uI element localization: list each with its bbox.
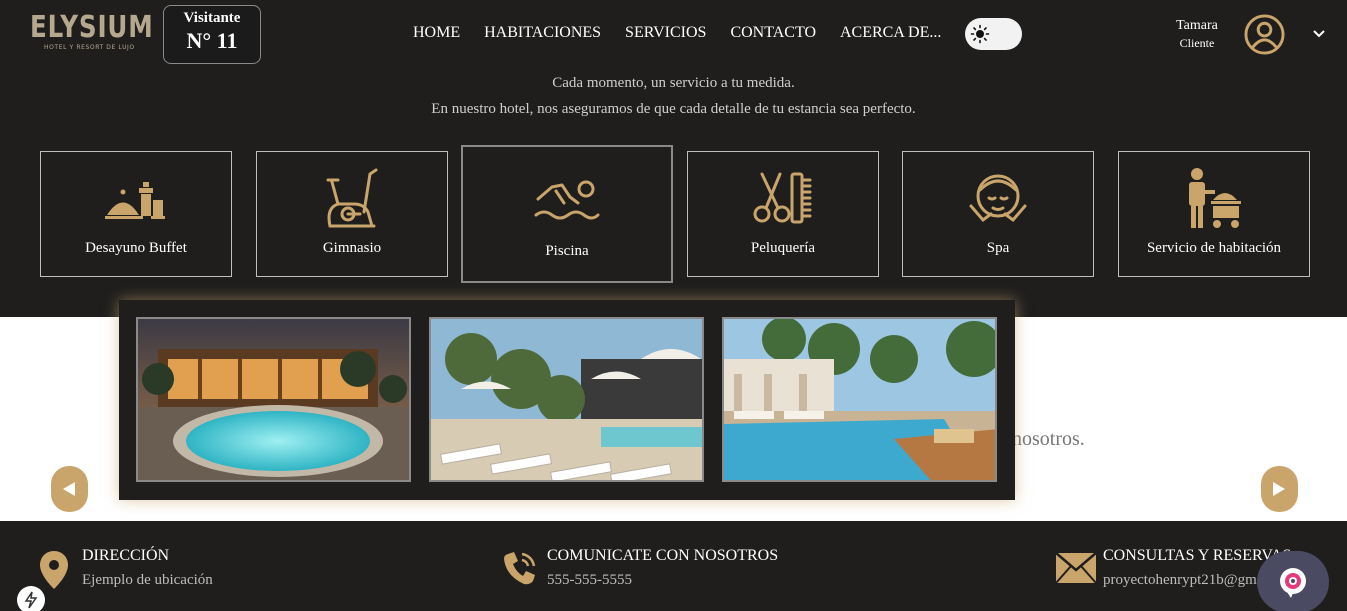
carousel-next-button[interactable]	[1261, 466, 1298, 512]
footer-address-title: DIRECCIÓN	[82, 547, 170, 564]
service-label: Gimnasio	[322, 240, 382, 256]
pool-photo-cabanas[interactable]	[722, 317, 997, 482]
bike-icon	[326, 168, 378, 228]
header: ELYSIUM HOTEL Y RESORT DE LUJO Visitante…	[0, 0, 1347, 70]
service-label: Desayuno Buffet	[85, 240, 187, 256]
swimmer-icon	[534, 180, 600, 220]
scissors-comb-icon	[753, 172, 812, 224]
service-label: Piscina	[545, 243, 589, 259]
band-partial-text: nosotros.	[1012, 428, 1085, 450]
intro-line-2: En nuestro hotel, nos aseguramos de que …	[431, 101, 916, 117]
chat-widget-button[interactable]	[1257, 551, 1329, 611]
pool-gallery-popup	[119, 300, 1015, 500]
footer-address-value: Ejemplo de ubicación	[82, 572, 213, 588]
sun-icon	[970, 24, 990, 44]
service-card-desayuno[interactable]: Desayuno Buffet	[40, 151, 232, 277]
logo-sub-text: HOTEL Y RESORT DE LUJO	[44, 44, 135, 51]
intro-line-1: Cada momento, un servicio a tu medida.	[552, 75, 795, 91]
user-avatar-icon[interactable]	[1243, 13, 1286, 56]
hotel-logo[interactable]: ELYSIUM HOTEL Y RESORT DE LUJO	[30, 10, 154, 52]
theme-toggle[interactable]	[965, 18, 1022, 50]
service-label: Peluquería	[750, 240, 816, 256]
main-nav: HOME HABITACIONES SERVICIOS CONTACTO ACE…	[413, 24, 941, 42]
nav-contacto[interactable]: CONTACTO	[730, 24, 816, 42]
nav-acerca-de[interactable]: ACERCA DE...	[840, 24, 941, 42]
service-card-piscina[interactable]: Piscina	[461, 145, 673, 283]
pool-photo-day-loungers[interactable]	[429, 317, 704, 482]
visitor-label: Visitante	[183, 10, 241, 26]
envelope-icon	[1055, 552, 1097, 584]
pool-photo-night[interactable]	[136, 317, 411, 482]
service-card-habitacion[interactable]: Servicio de habitación	[1118, 151, 1310, 277]
service-card-gimnasio[interactable]: Gimnasio	[256, 151, 448, 277]
service-card-spa[interactable]: Spa	[902, 151, 1094, 277]
quick-action-button[interactable]	[17, 586, 45, 611]
footer-phone-value[interactable]: 555-555-5555	[547, 572, 632, 589]
service-label: Spa	[986, 240, 1010, 256]
triangle-left-icon	[63, 482, 75, 496]
nav-servicios[interactable]: SERVICIOS	[625, 24, 706, 42]
chat-bot-icon	[1280, 568, 1306, 598]
buffet-icon	[105, 182, 165, 219]
triangle-right-icon	[1273, 482, 1285, 496]
logo-main-text: ELYSIUM	[30, 10, 154, 45]
user-role: Cliente	[1179, 36, 1215, 50]
footer-phone-title: COMUNICATE CON NOSOTROS	[547, 547, 779, 564]
footer	[0, 521, 1347, 611]
chevron-down-icon[interactable]	[1311, 27, 1327, 41]
lightning-icon	[24, 591, 38, 609]
user-name: Tamara	[1176, 18, 1218, 33]
services-intro: Cada momento, un servicio a tu medida. E…	[0, 70, 1347, 122]
spa-face-icon	[969, 174, 1027, 223]
service-label: Servicio de habitación	[1146, 240, 1282, 256]
carousel-prev-button[interactable]	[51, 466, 88, 512]
room-service-icon	[1189, 168, 1241, 228]
nav-home[interactable]: HOME	[413, 24, 460, 42]
visitor-counter: Visitante N° 11	[163, 5, 261, 64]
visitor-number: N° 11	[186, 28, 238, 53]
location-pin-icon	[40, 551, 68, 589]
phone-icon	[504, 552, 536, 585]
service-card-peluqueria[interactable]: Peluquería	[687, 151, 879, 277]
nav-habitaciones[interactable]: HABITACIONES	[484, 24, 601, 42]
